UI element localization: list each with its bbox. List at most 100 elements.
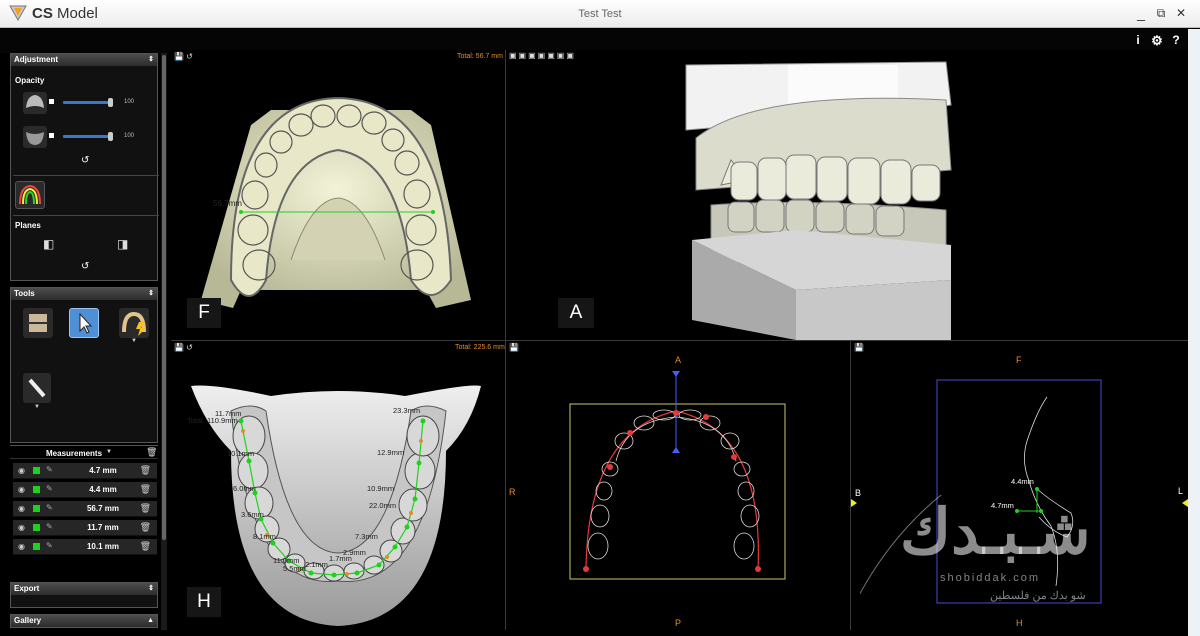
trash-icon[interactable]: 🗑 <box>140 484 151 495</box>
measurement-row[interactable]: ◉ ✎ 10.1 mm 🗑 <box>13 539 157 555</box>
measurement-row[interactable]: ◉ ✎ 4.7 mm 🗑 <box>13 463 157 479</box>
gallery-panel: Gallery ▲ <box>10 614 158 628</box>
measure-label: 3.6mm <box>241 510 264 519</box>
tool-dropdown-icon[interactable]: ▼ <box>131 338 137 344</box>
sidebar-scrollbar[interactable] <box>161 53 167 630</box>
view-orientation-f[interactable]: F <box>187 298 221 328</box>
measurements-header[interactable]: Measurements ▼ 🗑 <box>10 445 158 459</box>
view-orientation-h[interactable]: H <box>187 587 221 617</box>
measure-label: 22.0mm <box>369 501 396 510</box>
slider-fill <box>63 135 111 138</box>
cursor-arrow-icon <box>79 312 93 334</box>
measure-label: Total: 110.9mm <box>187 416 238 425</box>
lower-visibility-toggle[interactable] <box>49 133 54 138</box>
slider-knob[interactable] <box>108 98 113 107</box>
lower-opacity-slider[interactable] <box>63 132 113 141</box>
color-swatch[interactable] <box>33 505 40 512</box>
viewport-anterior[interactable]: ▣▣▣▣▣▣▣ A <box>506 50 1188 340</box>
close-button[interactable]: ✕ <box>1172 4 1190 22</box>
planes-label: Planes <box>15 221 41 230</box>
divider <box>13 215 159 216</box>
scrollbar-thumb[interactable] <box>162 55 166 540</box>
measure-label: 5.5mm <box>283 564 306 573</box>
color-swatch[interactable] <box>33 524 40 531</box>
color-swatch[interactable] <box>33 486 40 493</box>
measurement-row[interactable]: ◉ ✎ 56.7 mm 🗑 <box>13 501 157 517</box>
segment-tool-button[interactable] <box>23 308 53 338</box>
upper-jaw-thumbnail <box>23 92 47 114</box>
reset-planes-icon[interactable]: ↺ <box>81 261 89 272</box>
chevron-up-icon: ▲ <box>147 617 154 624</box>
slider-knob[interactable] <box>108 132 113 141</box>
gallery-header[interactable]: Gallery ▲ <box>11 615 157 627</box>
measurement-row[interactable]: ◉ ✎ 4.4 mm 🗑 <box>13 482 157 498</box>
viewport-divider[interactable] <box>171 340 1188 341</box>
color-swatch[interactable] <box>33 543 40 550</box>
edit-icon[interactable]: ✎ <box>46 503 53 512</box>
color-swatch[interactable] <box>33 467 40 474</box>
viewport-upper-occlusal[interactable]: 💾 ↺ Total: 56.7 mm 56.7mm F <box>171 50 505 340</box>
measure-label: 10.1mm <box>227 449 254 458</box>
measure-label: 8.1mm <box>253 532 276 541</box>
measure-label: 6.0mm <box>233 484 256 493</box>
chevron-icon: ⇕ <box>148 290 154 297</box>
measure-label: 12.9mm <box>377 448 404 457</box>
eye-icon[interactable]: ◉ <box>18 523 25 532</box>
trash-all-icon[interactable]: 🗑 <box>146 447 157 458</box>
eye-icon[interactable]: ◉ <box>18 542 25 551</box>
trash-icon[interactable]: 🗑 <box>140 541 151 552</box>
ruler-tool-button[interactable] <box>23 373 51 403</box>
upper-visibility-toggle[interactable] <box>49 99 54 104</box>
tools-header[interactable]: Tools ⇕ <box>11 288 157 300</box>
anterior-model <box>685 61 952 340</box>
edit-icon[interactable]: ✎ <box>46 541 53 550</box>
measure-label: 2.9mm <box>343 548 366 557</box>
measurement-row[interactable]: ◉ ✎ 11.7 mm 🗑 <box>13 520 157 536</box>
select-tool-button[interactable] <box>69 308 99 338</box>
profile-measure-1: 4.4mm <box>1011 477 1034 486</box>
export-header[interactable]: Export ⇕ <box>11 583 157 595</box>
minimize-button[interactable]: _ <box>1132 4 1150 22</box>
watermark: شـبـدك shobiddak.com شو بدك من فلسطين <box>860 495 1180 615</box>
adjustment-header[interactable]: Adjustment ⇕ <box>11 54 157 66</box>
upper-arch-model: 56.7mm <box>201 96 471 308</box>
color-map-button[interactable] <box>15 181 45 209</box>
lower-jaw-thumbnail <box>23 126 47 148</box>
eye-icon[interactable]: ◉ <box>18 485 25 494</box>
viewport-occlusal-outline[interactable]: 💾 A P R <box>506 341 850 630</box>
watermark-site: shobiddak.com <box>940 572 1040 584</box>
export-panel: Export ⇕ <box>10 582 158 608</box>
info-icon[interactable]: i <box>1129 33 1147 47</box>
edit-icon[interactable]: ✎ <box>46 522 53 531</box>
eye-icon[interactable]: ◉ <box>18 466 25 475</box>
plane-right-icon[interactable]: ◨ <box>117 237 128 251</box>
edit-icon[interactable]: ✎ <box>46 484 53 493</box>
slider-fill <box>63 101 111 104</box>
adjustment-panel: Adjustment ⇕ Opacity 100 100 ↺ Planes ◧ … <box>10 53 159 281</box>
help-icon[interactable]: ? <box>1167 33 1185 47</box>
arch-flash-icon <box>122 311 146 336</box>
viewport-lower-occlusal[interactable]: 💾 ↺ Total: 225.6 mm 11.7mm Total: 110.9m… <box>171 341 505 630</box>
reset-opacity-icon[interactable]: ↺ <box>81 155 89 166</box>
cs-model-window: CS Model Test Test _ ⧉ ✕ i ⚙ ? Adjustmen… <box>0 0 1200 636</box>
plane-left-icon[interactable]: ◧ <box>43 237 54 251</box>
trash-icon[interactable]: 🗑 <box>140 522 151 533</box>
trash-icon[interactable]: 🗑 <box>140 503 151 514</box>
measurements-panel: Measurements ▼ 🗑 ◉ ✎ 4.7 mm 🗑 ◉ ✎ 4.4 mm 🗑 ◉… <box>10 445 158 575</box>
edit-icon[interactable]: ✎ <box>46 465 53 474</box>
title-bar: CS Model Test Test _ ⧉ ✕ <box>0 0 1200 28</box>
maximize-button[interactable]: ⧉ <box>1152 4 1170 22</box>
trash-icon[interactable]: 🗑 <box>140 465 151 476</box>
upper-opacity-slider[interactable] <box>63 98 113 107</box>
ruler-dropdown-icon[interactable]: ▼ <box>34 404 40 410</box>
opacity-label: Opacity <box>15 76 45 85</box>
eye-icon[interactable]: ◉ <box>18 504 25 513</box>
viewport-divider[interactable] <box>850 340 851 630</box>
view-orientation-a[interactable]: A <box>558 298 594 328</box>
teeth-segment-icon <box>27 314 49 332</box>
left-sidebar: Adjustment ⇕ Opacity 100 100 ↺ Planes ◧ … <box>8 53 160 630</box>
settings-icon[interactable]: ⚙ <box>1148 33 1166 49</box>
window-title: Test Test <box>578 8 622 20</box>
ruler-icon <box>28 378 46 398</box>
arch-measure-tool-button[interactable] <box>119 308 149 338</box>
